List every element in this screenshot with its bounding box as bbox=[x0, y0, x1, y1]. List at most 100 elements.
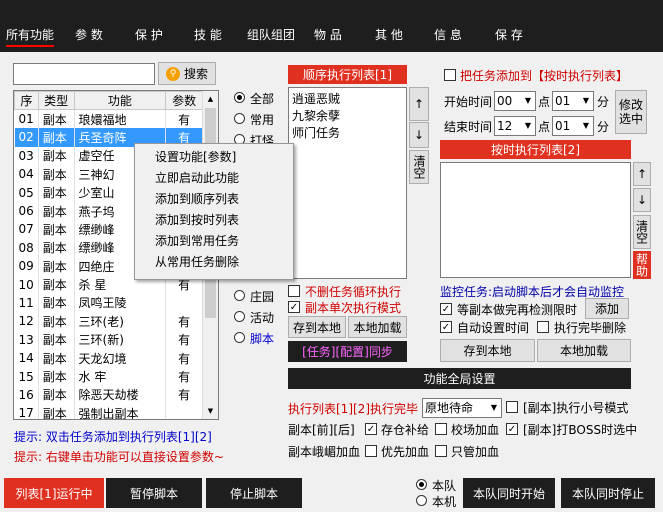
arrow-down-icon: ↓ bbox=[636, 193, 648, 207]
after-finish-label: 执行列表[1][2]执行完毕 bbox=[288, 402, 418, 416]
search-button[interactable]: ⚲ 搜索 bbox=[158, 62, 216, 85]
sequence-clear-button[interactable]: 清空 bbox=[409, 150, 429, 184]
row-type: 副本 bbox=[38, 220, 75, 239]
no-delete-loop-checkbox[interactable] bbox=[288, 285, 300, 297]
row-param: 有 bbox=[165, 330, 203, 349]
menu-other[interactable]: 其 他 bbox=[375, 26, 403, 43]
ctx-add-sequence[interactable]: 添加到顺序列表 bbox=[135, 189, 293, 210]
timed-clear-button[interactable]: 清空 bbox=[633, 215, 651, 249]
row-param: 有 bbox=[165, 109, 203, 129]
table-row[interactable]: 17 副本 强制出副本 bbox=[14, 404, 203, 419]
context-menu: 设置功能[参数] 立即启动此功能 添加到顺序列表 添加到按时列表 添加到常用任务… bbox=[134, 143, 294, 280]
ctx-set-params[interactable]: 设置功能[参数] bbox=[135, 147, 293, 168]
filter-common-radio[interactable] bbox=[234, 113, 245, 124]
row-function: 凤鸣王陵 bbox=[74, 293, 167, 313]
only-heal-label: 只管加血 bbox=[451, 445, 500, 459]
timed-move-up-button[interactable]: ↑ bbox=[633, 162, 651, 186]
ctx-start-now[interactable]: 立即启动此功能 bbox=[135, 168, 293, 189]
start-hour-select[interactable]: 00 ▼ bbox=[494, 91, 536, 111]
after-finish-value: 原地待命 bbox=[425, 401, 474, 415]
filter-all-label: 全部 bbox=[250, 92, 275, 106]
store-supply-checkbox[interactable]: ✓ bbox=[365, 423, 377, 435]
only-heal-checkbox[interactable] bbox=[435, 445, 447, 457]
row-type: 副本 bbox=[38, 183, 75, 202]
dungeon-single-checkbox[interactable]: ✓ bbox=[288, 301, 300, 313]
col-header-type[interactable]: 类型 bbox=[37, 91, 75, 111]
col-header-index[interactable]: 序 bbox=[14, 91, 39, 111]
team-sync-start-button[interactable]: 本队同时开始 bbox=[463, 478, 555, 508]
priority-heal-label: 优先加血 bbox=[381, 445, 430, 459]
stop-script-button[interactable]: 停止脚本 bbox=[206, 478, 302, 508]
sequence-move-down-button[interactable]: ↓ bbox=[409, 122, 429, 148]
list-item[interactable]: 师门任务 bbox=[292, 125, 403, 142]
delete-when-done-checkbox[interactable] bbox=[537, 321, 549, 333]
scroll-down-icon[interactable]: ▼ bbox=[203, 403, 218, 419]
wait-dungeon-checkbox[interactable]: ✓ bbox=[440, 303, 452, 315]
priority-heal-checkbox[interactable] bbox=[365, 445, 377, 457]
monitor-save-local-button[interactable]: 存到本地 bbox=[440, 339, 535, 362]
team-sync-stop-button[interactable]: 本队同时停止 bbox=[561, 478, 655, 508]
menu-all-functions[interactable]: 所有功能 bbox=[6, 26, 55, 47]
ctx-add-common[interactable]: 添加到常用任务 bbox=[135, 231, 293, 252]
monitor-add-button[interactable]: 添加 bbox=[585, 298, 629, 319]
scroll-up-icon[interactable]: ▲ bbox=[203, 91, 218, 107]
list-item[interactable]: 九黎余孽 bbox=[292, 108, 403, 125]
ctx-remove-common[interactable]: 从常用任务删除 bbox=[135, 252, 293, 273]
table-row[interactable]: 16 副本 除恶天劫楼有 bbox=[14, 385, 203, 405]
end-hour-select[interactable]: 12 ▼ bbox=[494, 116, 536, 136]
menu-skills[interactable]: 技 能 bbox=[194, 26, 222, 43]
arrow-up-icon: ↑ bbox=[636, 167, 648, 181]
menu-team[interactable]: 组队组团 bbox=[247, 26, 295, 43]
table-row[interactable]: 14 副本 天龙幻境有 bbox=[14, 348, 203, 368]
sequence-save-local-button[interactable]: 存到本地 bbox=[288, 316, 346, 338]
boss-select-checkbox[interactable]: ✓ bbox=[506, 423, 518, 435]
menu-save[interactable]: 保 存 bbox=[495, 26, 523, 43]
monitor-local-load-button[interactable]: 本地加载 bbox=[537, 339, 631, 362]
start-minute-unit: 分 bbox=[597, 95, 610, 109]
menu-info[interactable]: 信 息 bbox=[434, 26, 462, 43]
add-to-timed-list-checkbox[interactable] bbox=[444, 69, 456, 81]
run-status-button[interactable]: 列表[1]运行中 bbox=[4, 478, 104, 508]
table-row[interactable]: 11 副本 凤鸣王陵 bbox=[14, 293, 203, 313]
after-finish-select[interactable]: 原地待命 ▼ bbox=[422, 398, 502, 418]
filter-activity-radio[interactable] bbox=[234, 311, 245, 322]
row-type: 副本 bbox=[38, 109, 75, 129]
table-row[interactable]: 12 副本 三环(老) 有 bbox=[14, 312, 203, 331]
col-header-function[interactable]: 功能 bbox=[73, 91, 167, 111]
menu-params[interactable]: 参 数 bbox=[75, 26, 103, 43]
modify-selected-button[interactable]: 修改选中 bbox=[615, 90, 647, 134]
end-minute-select[interactable]: 01 ▼ bbox=[552, 116, 594, 136]
col-header-param[interactable]: 参数 bbox=[165, 91, 203, 111]
ctx-add-timed[interactable]: 添加到按时列表 bbox=[135, 210, 293, 231]
school-heal-checkbox[interactable] bbox=[435, 423, 447, 435]
sequence-local-load-button[interactable]: 本地加载 bbox=[348, 316, 407, 338]
team-radio[interactable] bbox=[416, 479, 427, 490]
row-index: 02 bbox=[14, 128, 39, 147]
filter-all-radio[interactable] bbox=[234, 92, 245, 103]
sequence-move-up-button[interactable]: ↑ bbox=[409, 87, 429, 121]
filter-manor-radio[interactable] bbox=[234, 290, 245, 301]
timed-move-down-button[interactable]: ↓ bbox=[633, 188, 651, 212]
dungeon-prefix-label: 副本[前][后] bbox=[288, 423, 355, 437]
list-item[interactable]: 逍遥恶贼 bbox=[292, 91, 403, 108]
sequence-list-header: 顺序执行列表[1] bbox=[288, 65, 407, 84]
table-row[interactable]: 01 副本 琅嬛福地有 bbox=[14, 109, 203, 129]
search-input[interactable] bbox=[13, 63, 155, 85]
sync-task-config-button[interactable]: [任务][配置]同步 bbox=[288, 341, 407, 362]
filter-script-radio[interactable] bbox=[234, 332, 245, 343]
small-mode-checkbox[interactable] bbox=[506, 401, 518, 413]
table-row[interactable]: 15 副本水 牢有 bbox=[14, 367, 203, 386]
end-minute-unit: 分 bbox=[597, 120, 610, 134]
pause-script-button[interactable]: 暂停脚本 bbox=[106, 478, 202, 508]
start-minute-select[interactable]: 01 ▼ bbox=[552, 91, 594, 111]
table-row[interactable]: 13 副本 三环(新) 有 bbox=[14, 330, 203, 349]
row-index: 03 bbox=[14, 146, 39, 166]
local-radio[interactable] bbox=[416, 495, 427, 506]
chevron-down-icon: ▼ bbox=[582, 121, 590, 130]
menu-items[interactable]: 物 品 bbox=[314, 26, 342, 43]
auto-time-checkbox[interactable]: ✓ bbox=[440, 321, 452, 333]
menu-protect[interactable]: 保 护 bbox=[135, 26, 163, 43]
add-to-timed-list-label: 把任务添加到【按时执行列表】 bbox=[460, 69, 629, 83]
help-button[interactable]: 帮助 bbox=[633, 251, 651, 279]
row-type: 副本 bbox=[38, 330, 75, 349]
